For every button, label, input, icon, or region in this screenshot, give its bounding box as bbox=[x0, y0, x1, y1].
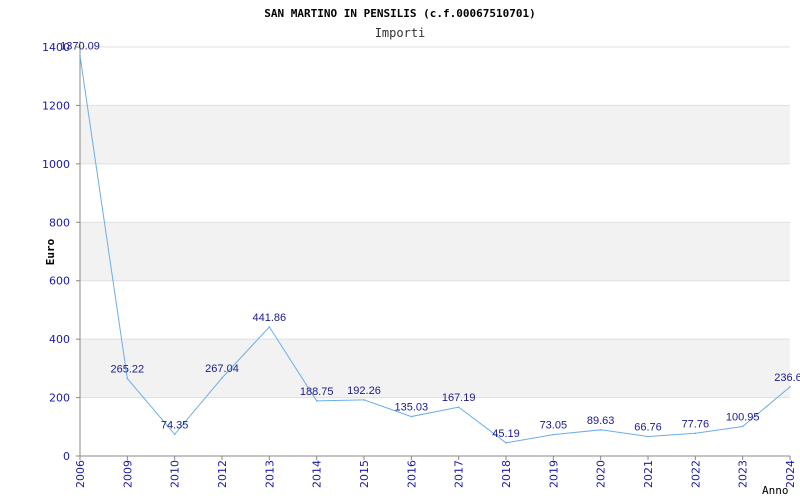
data-point bbox=[505, 441, 507, 444]
grid-band bbox=[80, 105, 790, 164]
data-point bbox=[221, 377, 223, 379]
x-tick-label: 2020 bbox=[595, 460, 608, 488]
y-tick-label: 400 bbox=[49, 333, 70, 346]
data-label: 267.04 bbox=[205, 363, 239, 375]
data-label: 135.03 bbox=[395, 402, 429, 414]
x-tick-label: 2012 bbox=[216, 460, 229, 488]
y-tick-label: 0 bbox=[63, 450, 70, 463]
data-point bbox=[694, 432, 697, 435]
chart-subtitle: Importi bbox=[375, 26, 426, 40]
data-point bbox=[789, 386, 791, 388]
x-tick-labels: 2006 2009 2010 2012 2013 2014 2015 2016 2017 2018… bbox=[74, 460, 797, 488]
x-tick-label: 2018 bbox=[500, 460, 513, 488]
line-chart: 0200400600800100012001400 2006 2009 2010 20… bbox=[42, 7, 800, 497]
x-tick-label: 2023 bbox=[737, 460, 750, 488]
data-label: 167.19 bbox=[442, 392, 476, 404]
data-point bbox=[173, 433, 176, 436]
x-tick-label: 2019 bbox=[547, 460, 560, 488]
data-label: 73.05 bbox=[540, 420, 568, 432]
chart-title: SAN MARTINO IN PENSILIS (c.f.00067510701… bbox=[264, 7, 536, 20]
data-label: 236.6 bbox=[774, 372, 800, 384]
data-label: 74.35 bbox=[161, 419, 189, 431]
data-label: 1370.09 bbox=[60, 41, 100, 53]
grid-band bbox=[80, 339, 790, 398]
y-tick-label: 1000 bbox=[42, 158, 70, 171]
y-tick-label: 1200 bbox=[42, 99, 70, 112]
data-point bbox=[410, 415, 413, 418]
data-point bbox=[315, 400, 318, 402]
grid-band bbox=[80, 222, 790, 281]
x-tick-label: 2014 bbox=[311, 460, 324, 488]
data-label: 66.76 bbox=[634, 421, 662, 433]
data-point bbox=[363, 399, 365, 401]
grid-bands bbox=[80, 105, 790, 398]
data-point bbox=[457, 406, 460, 408]
data-label: 100.95 bbox=[726, 412, 760, 424]
data-point bbox=[268, 326, 271, 328]
x-tick-label: 2015 bbox=[358, 460, 371, 488]
data-label: 45.19 bbox=[492, 428, 520, 440]
x-tick-label: 2016 bbox=[405, 460, 418, 488]
x-tick-label: 2017 bbox=[453, 460, 466, 488]
x-tick-label: 2010 bbox=[169, 460, 182, 488]
x-axis-label: Anno bbox=[762, 484, 789, 497]
data-point bbox=[126, 377, 129, 380]
x-tick-label: 2009 bbox=[121, 460, 134, 488]
y-tick-label: 800 bbox=[49, 216, 70, 229]
data-label: 265.22 bbox=[111, 364, 145, 376]
x-tick-label: 2006 bbox=[74, 460, 87, 488]
data-label: 188.75 bbox=[300, 386, 334, 398]
data-point bbox=[79, 54, 81, 57]
data-point bbox=[599, 429, 602, 431]
data-label: 89.63 bbox=[587, 415, 615, 427]
data-point bbox=[647, 435, 649, 438]
x-tick-label: 2022 bbox=[689, 460, 702, 488]
x-tick-label: 2021 bbox=[642, 460, 655, 488]
y-tick-label: 200 bbox=[49, 392, 70, 405]
data-point bbox=[741, 425, 744, 428]
data-label: 77.76 bbox=[682, 418, 710, 430]
y-axis-label: Euro bbox=[44, 238, 57, 265]
data-point bbox=[552, 433, 555, 436]
x-tick-label: 2013 bbox=[263, 460, 276, 488]
data-label: 441.86 bbox=[253, 312, 287, 324]
y-tick-label: 600 bbox=[49, 275, 70, 288]
data-label: 192.26 bbox=[347, 385, 381, 397]
